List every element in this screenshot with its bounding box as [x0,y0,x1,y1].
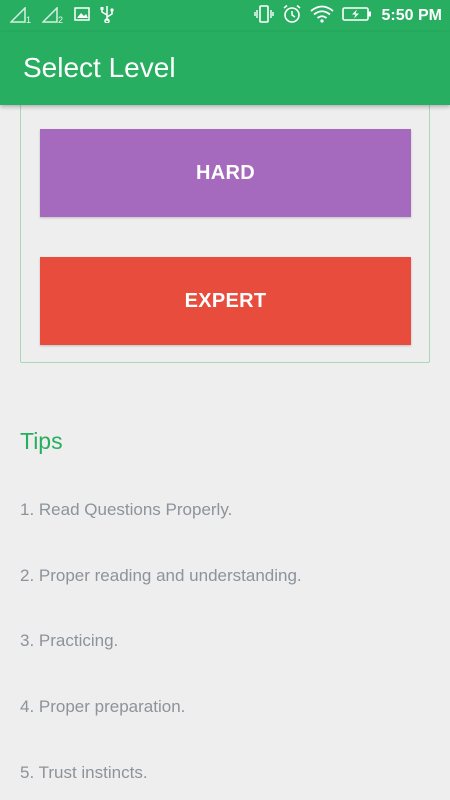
alarm-icon [282,4,302,29]
tip-item-1: 1. Read Questions Properly. [20,500,233,519]
tip-item-3: 3. Practicing. [20,631,119,650]
status-bar-right: 5:50 PM [253,4,442,29]
hard-level-button[interactable]: HARD [40,129,411,217]
tip-item-5: 5. Trust instincts. [20,763,148,782]
clock-time: 5:50 PM [381,7,442,24]
tip-item-4: 4. Proper preparation. [20,697,186,716]
usb-icon [100,5,114,28]
vibrate-icon [253,4,274,28]
tips-heading: Tips [20,428,63,454]
battery-charging-icon [341,6,372,27]
expert-level-button[interactable]: EXPERT [40,257,411,345]
status-bar-left: 1 2 [10,5,114,28]
tip-item-2: 2. Proper reading and understanding. [20,566,302,585]
wifi-icon [309,5,334,28]
level-card: HARD EXPERT [20,95,430,363]
signal-icon: 1 [10,7,32,25]
page-title: Select Level [23,52,176,83]
signal-icon: 2 [42,7,64,25]
status-bar: 1 2 5:50 PM [0,0,450,32]
sim-1-label: 1 [26,15,32,25]
app-bar: Select Level [0,32,450,105]
image-icon [74,6,90,26]
sim-2-label: 2 [58,15,64,25]
